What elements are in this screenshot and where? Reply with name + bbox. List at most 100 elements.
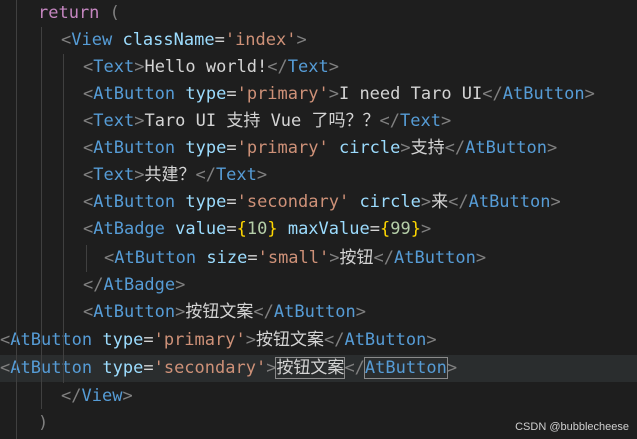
code-token: Text bbox=[93, 57, 135, 77]
code-token: > bbox=[328, 84, 339, 104]
code-token: 'secondary' bbox=[153, 358, 267, 378]
code-token: circle bbox=[359, 192, 421, 212]
code-token: type bbox=[102, 358, 144, 378]
code-token: </ bbox=[444, 138, 466, 158]
code-editor[interactable]: return ( <View className='index'> <Text>… bbox=[0, 0, 637, 439]
code-token: type bbox=[185, 192, 227, 212]
code-token: = bbox=[247, 248, 258, 268]
code-token: 共建？ bbox=[144, 165, 196, 185]
code-token: 10 bbox=[246, 219, 268, 239]
code-token: </ bbox=[344, 358, 365, 378]
code-line-11[interactable]: </AtBadge> bbox=[0, 272, 637, 299]
code-token: = bbox=[226, 84, 237, 104]
code-token: > bbox=[256, 165, 268, 185]
code-line-5[interactable]: <Text>Taro UI 支持 Vue 了吗？？</Text> bbox=[0, 108, 637, 135]
code-token: size bbox=[206, 248, 248, 268]
code-token: Hello world! bbox=[144, 57, 268, 77]
code-token: > bbox=[547, 138, 558, 158]
code-token: AtButton bbox=[363, 357, 448, 379]
code-token: > bbox=[475, 248, 487, 268]
code-token: </ bbox=[61, 386, 82, 406]
code-token: type bbox=[185, 84, 227, 104]
code-token: { bbox=[236, 219, 247, 239]
code-token: = bbox=[226, 138, 237, 158]
code-token: Text bbox=[93, 165, 135, 185]
code-line-12[interactable]: <AtButton>按钮文案</AtButton> bbox=[0, 299, 637, 326]
code-token: AtButton bbox=[344, 330, 427, 350]
code-token: < bbox=[61, 30, 72, 50]
code-token: < bbox=[0, 330, 11, 350]
code-line-15[interactable]: </View> bbox=[0, 383, 637, 410]
code-token: = bbox=[226, 192, 237, 212]
code-line-1[interactable]: return ( bbox=[0, 0, 637, 27]
code-token: < bbox=[83, 302, 94, 322]
code-line-8[interactable]: <AtButton type='secondary' circle>来</AtB… bbox=[0, 189, 637, 216]
code-line-4[interactable]: <AtButton type='primary'>I need Taro UI<… bbox=[0, 81, 637, 108]
code-token: value bbox=[175, 219, 227, 239]
code-token: 按钮 bbox=[339, 248, 374, 268]
indent-guide bbox=[41, 27, 42, 409]
code-line-3[interactable]: <Text>Hello world!</Text> bbox=[0, 54, 637, 81]
code-token: View bbox=[71, 30, 113, 50]
code-line-6[interactable]: <AtButton type='primary' circle>支持</AtBu… bbox=[0, 135, 637, 162]
code-token: > bbox=[550, 192, 561, 212]
code-token: return bbox=[38, 3, 110, 23]
code-token: maxValue bbox=[287, 219, 370, 239]
code-token: = bbox=[369, 219, 380, 239]
code-token: className bbox=[122, 30, 215, 50]
code-token: </ bbox=[267, 57, 288, 77]
code-line-14[interactable]: <AtButton type='secondary'>按钮文案</AtButto… bbox=[0, 355, 637, 382]
code-token: > bbox=[122, 386, 133, 406]
code-token: View bbox=[81, 386, 123, 406]
code-token: > bbox=[355, 302, 367, 322]
code-token: > bbox=[175, 302, 186, 322]
code-token: = bbox=[214, 30, 225, 50]
code-line-7[interactable]: <Text>共建？</Text> bbox=[0, 162, 637, 189]
code-token: > bbox=[329, 248, 340, 268]
code-token: < bbox=[104, 248, 115, 268]
code-token: > bbox=[134, 111, 145, 131]
code-line-13[interactable]: <AtButton type='primary'>按钮文案</AtButton> bbox=[0, 327, 637, 354]
code-token: > bbox=[584, 84, 595, 104]
code-token: 'secondary' bbox=[236, 192, 350, 212]
code-token: < bbox=[83, 111, 94, 131]
code-token: > bbox=[400, 138, 411, 158]
watermark: CSDN @bubblecheese bbox=[515, 421, 629, 433]
code-token: > bbox=[446, 358, 458, 378]
code-token: 支持 bbox=[410, 138, 445, 158]
code-token: circle bbox=[338, 138, 401, 158]
code-token: </ bbox=[379, 111, 400, 131]
code-token: type bbox=[102, 330, 144, 350]
code-token: AtButton bbox=[10, 358, 93, 378]
code-token: AtButton bbox=[465, 138, 548, 158]
code-token: AtButton bbox=[93, 192, 176, 212]
code-token: AtButton bbox=[93, 138, 176, 158]
code-token: 'index' bbox=[224, 30, 297, 50]
code-line-10[interactable]: <AtButton size='small'>按钮</AtButton> bbox=[0, 245, 637, 272]
code-token: > bbox=[134, 57, 145, 77]
code-token: Text bbox=[400, 111, 441, 131]
code-token: < bbox=[83, 192, 94, 212]
code-token: </ bbox=[448, 192, 469, 212]
code-token: AtButton bbox=[10, 330, 93, 350]
code-token: AtButton bbox=[393, 248, 476, 268]
code-token: Text bbox=[287, 57, 329, 77]
code-token: AtButton bbox=[273, 302, 356, 322]
code-line-2[interactable]: <View className='index'> bbox=[0, 27, 637, 54]
indent-guide bbox=[63, 54, 64, 383]
code-token: > bbox=[266, 358, 277, 378]
code-token: 'small' bbox=[257, 248, 330, 268]
code-token: 'primary' bbox=[153, 330, 246, 350]
code-token: </ bbox=[482, 84, 503, 104]
code-token: Text bbox=[215, 165, 257, 185]
code-token: Taro UI 支持 Vue 了吗？？ bbox=[144, 111, 380, 131]
code-token: type bbox=[185, 138, 227, 158]
code-token: = bbox=[226, 219, 237, 239]
code-token: { bbox=[379, 219, 391, 239]
code-line-9[interactable]: <AtBadge value={10} maxValue={99}> bbox=[0, 216, 637, 243]
